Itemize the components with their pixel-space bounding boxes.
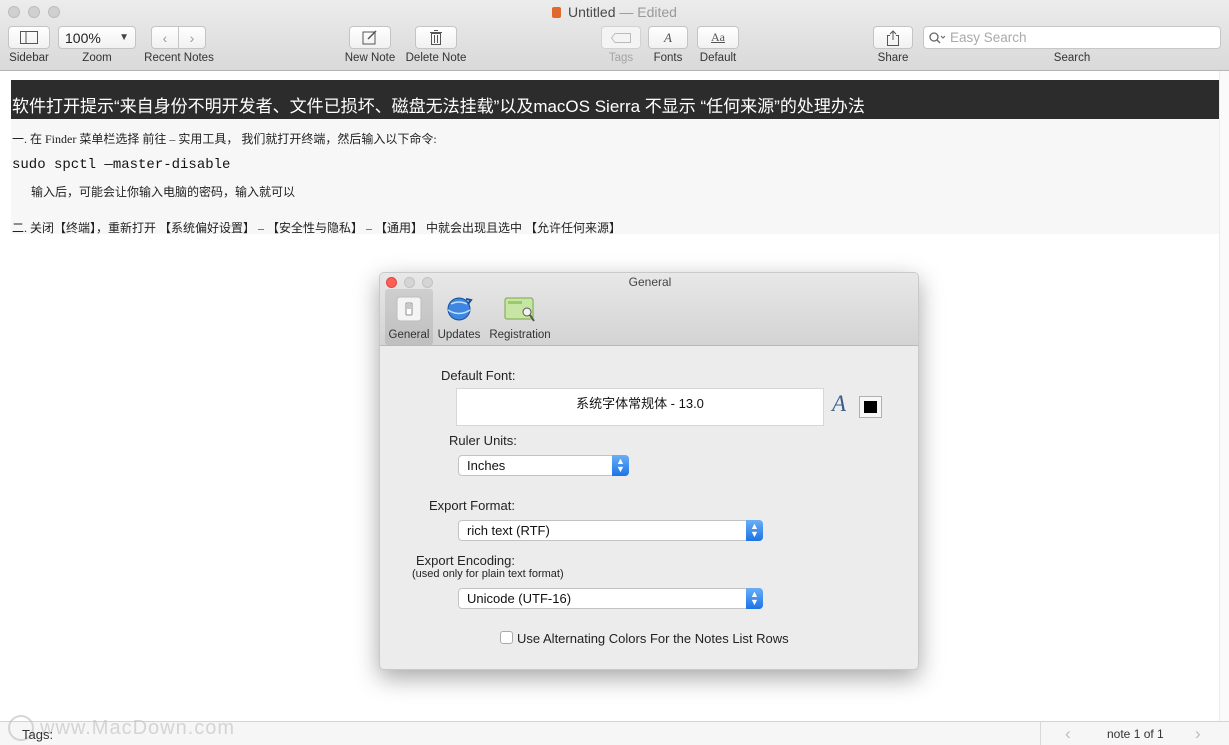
paragraph-1: 一. 在 Finder 菜单栏选择 前往 – 实用工具， 我们就打开终端，然后输… bbox=[12, 132, 437, 146]
search-icon bbox=[929, 31, 945, 43]
alternating-colors-checkbox[interactable] bbox=[500, 631, 513, 644]
note-pager: ‹ note 1 of 1 › bbox=[1040, 722, 1229, 745]
ruler-units-value: Inches bbox=[467, 458, 506, 473]
ruler-units-label: Ruler Units: bbox=[449, 433, 517, 448]
paragraph-2: 输入后，可能会让你输入电脑的密码，输入就可以 bbox=[31, 185, 296, 199]
up-down-arrows-icon: ▲ ▼ bbox=[746, 588, 763, 609]
sidebar-button[interactable] bbox=[8, 26, 50, 49]
default-label: Default bbox=[699, 52, 737, 64]
tags-button[interactable] bbox=[601, 26, 641, 49]
color-swatch bbox=[864, 401, 877, 413]
font-picker-icon[interactable]: A bbox=[832, 391, 846, 417]
new-note-button[interactable] bbox=[349, 26, 391, 49]
license-certificate-icon bbox=[504, 297, 535, 322]
ruler-units-select[interactable]: Inches ▲ ▼ bbox=[458, 455, 629, 476]
delete-note-button[interactable] bbox=[415, 26, 457, 49]
recent-notes-label: Recent Notes bbox=[144, 52, 214, 64]
document-icon bbox=[552, 7, 562, 18]
updates-globe-icon bbox=[447, 297, 473, 321]
chevron-right-icon: › bbox=[189, 29, 195, 46]
tab-updates-label: Updates bbox=[437, 329, 481, 341]
default-font-label: Default Font: bbox=[441, 368, 516, 383]
zoom-label: Zoom bbox=[82, 52, 112, 64]
tab-registration[interactable]: Registration bbox=[487, 289, 553, 345]
font-icon: A bbox=[664, 29, 672, 45]
back-button[interactable]: ‹ bbox=[151, 26, 179, 49]
sidebar-icon bbox=[20, 31, 38, 44]
up-down-arrows-icon: ▲ ▼ bbox=[612, 455, 629, 476]
text-style-icon: Aa bbox=[711, 30, 725, 44]
trash-icon bbox=[430, 30, 442, 45]
new-note-label: New Note bbox=[344, 52, 396, 64]
font-color-well[interactable] bbox=[859, 396, 882, 418]
vertical-scrollbar[interactable] bbox=[1219, 71, 1229, 721]
share-icon bbox=[887, 29, 899, 46]
main-window: Untitled — Edited Sidebar 100% ▼ Zoom ‹ … bbox=[0, 0, 1229, 745]
default-font-field[interactable]: 系统字体常规体 - 13.0 bbox=[456, 388, 824, 426]
paragraph-3: 二. 关闭【终端】，重新打开 【系统偏好设置】 – 【安全性与隐私】 – 【通用… bbox=[12, 221, 622, 235]
up-down-arrows-icon: ▲ ▼ bbox=[746, 520, 763, 541]
default-style-button[interactable]: Aa bbox=[697, 26, 739, 49]
preferences-toolbar: General General Updates Registration bbox=[380, 273, 918, 346]
fonts-label: Fonts bbox=[653, 52, 683, 64]
next-note-icon[interactable]: › bbox=[1195, 724, 1201, 744]
note-editor[interactable]: 软件打开提示“来自身份不明开发者、文件已损坏、磁盘无法挂载”以及macOS Si… bbox=[11, 80, 1219, 235]
zoom-select[interactable]: 100% ▼ bbox=[58, 26, 136, 49]
chevron-down-icon: ▼ bbox=[119, 32, 129, 43]
fonts-button[interactable]: A bbox=[648, 26, 688, 49]
export-encoding-select[interactable]: Unicode (UTF-16) ▲ ▼ bbox=[458, 588, 763, 609]
tag-icon bbox=[611, 32, 631, 43]
export-format-select[interactable]: rich text (RTF) ▲ ▼ bbox=[458, 520, 763, 541]
export-format-value: rich text (RTF) bbox=[467, 523, 550, 538]
forward-button[interactable]: › bbox=[178, 26, 206, 49]
tab-updates[interactable]: Updates bbox=[435, 289, 483, 345]
chevron-left-icon: ‹ bbox=[162, 29, 168, 46]
tags-field-label[interactable]: Tags: bbox=[22, 727, 53, 742]
document-heading: 软件打开提示“来自身份不明开发者、文件已损坏、磁盘无法挂载”以及macOS Si… bbox=[11, 80, 1219, 119]
share-label: Share bbox=[877, 52, 909, 64]
alternating-colors-label[interactable]: Use Alternating Colors For the Notes Lis… bbox=[517, 631, 789, 646]
zoom-value: 100% bbox=[65, 29, 101, 46]
tags-label: Tags bbox=[608, 52, 634, 64]
export-encoding-label: Export Encoding: bbox=[416, 553, 516, 568]
previous-note-icon[interactable]: ‹ bbox=[1065, 724, 1071, 744]
preferences-title: General bbox=[628, 275, 672, 289]
export-format-label: Export Format: bbox=[429, 498, 515, 513]
general-switch-icon bbox=[396, 296, 422, 322]
share-button[interactable] bbox=[873, 26, 913, 49]
footer-bar: www.MacDown.com Tags: ‹ note 1 of 1 › bbox=[0, 715, 1229, 745]
window-title: Untitled — Edited bbox=[0, 4, 1229, 20]
search-label: Search bbox=[1053, 52, 1091, 64]
export-encoding-value: Unicode (UTF-16) bbox=[467, 591, 572, 606]
tab-general[interactable]: General bbox=[385, 289, 433, 345]
delete-note-label: Delete Note bbox=[405, 52, 467, 64]
toolbar: Untitled — Edited Sidebar 100% ▼ Zoom ‹ … bbox=[0, 0, 1229, 71]
preferences-window: General General Updates Registration Def… bbox=[379, 272, 919, 670]
compose-icon bbox=[362, 30, 377, 45]
pager-text: note 1 of 1 bbox=[1107, 727, 1164, 741]
search-placeholder: Easy Search bbox=[950, 30, 1027, 45]
search-input[interactable]: Easy Search bbox=[923, 26, 1221, 49]
sidebar-label: Sidebar bbox=[9, 52, 49, 64]
tab-general-label: General bbox=[388, 329, 430, 341]
tab-registration-label: Registration bbox=[489, 329, 551, 341]
terminal-command: sudo spctl —master-disable bbox=[12, 157, 231, 173]
export-encoding-note: (used only for plain text format) bbox=[412, 568, 564, 580]
